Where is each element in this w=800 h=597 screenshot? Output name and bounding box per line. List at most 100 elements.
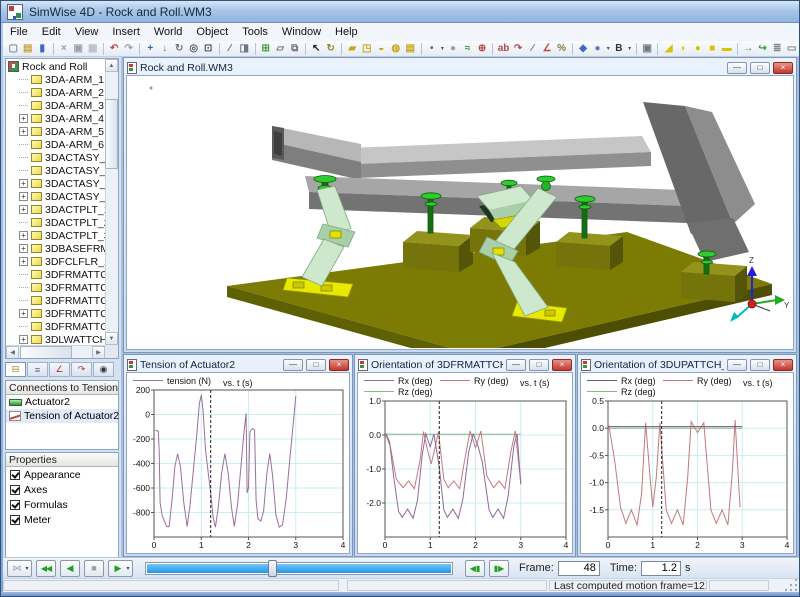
close-button[interactable]: ×	[329, 359, 349, 371]
time-input[interactable]	[641, 561, 681, 576]
anchor-icon[interactable]: ⊕	[475, 42, 490, 56]
slot-icon[interactable]: ∕	[525, 42, 540, 56]
hierarchy-tab[interactable]: ⊟	[5, 362, 26, 377]
tree-hscroll-thumb[interactable]	[20, 346, 72, 359]
maximize-button[interactable]: □	[750, 359, 770, 371]
copy-icon[interactable]: ▣	[71, 42, 86, 56]
motor-tab[interactable]: ◉	[93, 362, 114, 377]
chart-title-bar[interactable]: Orientation of 3DFRMATTCH_5 — □ ×	[357, 357, 573, 372]
minimize-button[interactable]: —	[727, 62, 747, 74]
body-hole-icon[interactable]: ◒	[374, 42, 389, 56]
chart-title-bar[interactable]: Orientation of 3DUPATTCH_5 — □ ×	[580, 357, 794, 372]
camera-icon[interactable]: ◨	[237, 42, 252, 56]
cut-icon[interactable]: ×	[57, 42, 72, 56]
menu-insert[interactable]: Insert	[105, 24, 147, 40]
checkbox-appearance[interactable]	[10, 470, 20, 480]
linkage-icon[interactable]: %	[554, 42, 569, 56]
tree-item-3dfrmattch_2[interactable]: 3DFRMATTCH_2	[6, 281, 105, 294]
run-icon[interactable]: →	[741, 42, 756, 56]
spring-icon[interactable]: ≈	[460, 42, 475, 56]
frame-slider[interactable]	[145, 562, 453, 575]
lock-icon[interactable]: ◆	[576, 42, 591, 56]
tree-item-3dfrmattch_4[interactable]: +3DFRMATTCH_4	[6, 307, 105, 320]
close-button[interactable]: ×	[552, 359, 572, 371]
move-icon[interactable]: +	[143, 42, 158, 56]
tree-item-3da-arm_3[interactable]: 3DA-ARM_3	[6, 99, 105, 112]
solid-wedge-icon[interactable]: ◢	[661, 42, 676, 56]
constraint-icon[interactable]: ●	[590, 42, 605, 56]
zoom-extents-icon[interactable]: ⊡	[201, 42, 216, 56]
zoom-icon[interactable]: ◎	[187, 42, 202, 56]
tree-item-3dfrmattch_5[interactable]: 3DFRMATTCH_5	[6, 320, 105, 333]
menu-help[interactable]: Help	[328, 24, 365, 40]
text-icon[interactable]: ab	[496, 42, 511, 56]
frame-back-button[interactable]: ◀▮	[465, 560, 485, 577]
body-plate-icon[interactable]: ▤	[403, 42, 418, 56]
connection-item[interactable]: Tension of Actuator2	[6, 409, 118, 423]
viewport-title-bar[interactable]: Rock and Roll.WM3 — □ ×	[126, 60, 794, 75]
select-icon[interactable]: ↖	[309, 42, 324, 56]
note-icon[interactable]: ▭	[784, 42, 799, 56]
stop-button[interactable]: ■	[84, 560, 104, 577]
tree-item-3dbasefrm_1[interactable]: +3DBASEFRM_1	[6, 242, 105, 255]
tree-item-3da-arm_5[interactable]: +3DA-ARM_5	[6, 125, 105, 138]
body-add-icon[interactable]: ▰	[345, 42, 360, 56]
body-pull-icon[interactable]: ◳	[360, 42, 375, 56]
tree-item-3dactplt_2[interactable]: 3DACTPLT_2	[6, 216, 105, 229]
solid-slab-icon[interactable]: ▬	[719, 42, 734, 56]
tree-item-3dactplt_1[interactable]: +3DACTPLT_1	[6, 203, 105, 216]
tree-item-3da-arm_1[interactable]: 3DA-ARM_1	[6, 73, 105, 86]
dropdown-caret-icon[interactable]: ▾	[124, 560, 133, 577]
trace-tab[interactable]: ↷	[71, 362, 92, 377]
close-button[interactable]: ×	[773, 62, 793, 74]
menu-file[interactable]: File	[3, 24, 35, 40]
scroll-down-icon[interactable]: ▼	[105, 332, 118, 345]
tree-vertical-scrollbar[interactable]: ▲ ▼	[105, 59, 118, 345]
checkbox-meter[interactable]	[10, 515, 20, 525]
save-icon[interactable]: ▮	[35, 42, 50, 56]
connection-item[interactable]: Actuator2	[6, 395, 118, 409]
path-icon[interactable]: ↪	[755, 42, 770, 56]
tree-item-3dfrmattch_3[interactable]: 3DFRMATTCH_3	[6, 294, 105, 307]
paste-icon[interactable]: ▦	[86, 42, 101, 56]
clone-icon[interactable]: ⧉	[288, 42, 303, 56]
expand-icon[interactable]: +	[19, 335, 28, 344]
angle-icon[interactable]: ∠	[540, 42, 555, 56]
dropdown-caret-icon[interactable]: ▾	[23, 560, 32, 577]
chart-title-bar[interactable]: Tension of Actuator2 — □ ×	[126, 357, 350, 372]
solid-sphere-icon[interactable]: ●	[690, 42, 705, 56]
menu-view[interactable]: View	[68, 24, 106, 40]
new-icon[interactable]: ▢	[6, 42, 21, 56]
expand-icon[interactable]: +	[19, 114, 28, 123]
lasso-icon[interactable]: ▱	[273, 42, 288, 56]
open-icon[interactable]: ▤	[21, 42, 36, 56]
dropdown-caret-icon[interactable]: ▾	[605, 45, 612, 52]
tree-item-3da-arm_2[interactable]: 3DA-ARM_2	[6, 86, 105, 99]
dropdown-caret-icon[interactable]: ▾	[439, 45, 446, 52]
rotate-body-icon[interactable]: ↻	[324, 42, 339, 56]
scroll-left-icon[interactable]: ◀	[6, 346, 19, 359]
dropdown-caret-icon[interactable]: ▾	[626, 45, 633, 52]
scroll-right-icon[interactable]: ▶	[92, 346, 105, 359]
rotate-view-icon[interactable]: ↻	[172, 42, 187, 56]
menu-tools[interactable]: Tools	[235, 24, 275, 40]
tree-item-3dfrmattch_1[interactable]: 3DFRMATTCH_1	[6, 268, 105, 281]
tree-item-3dlwattch_1[interactable]: +3DLWATTCH_1	[6, 333, 105, 345]
probe-icon[interactable]: ∕	[223, 42, 238, 56]
expand-icon[interactable]: +	[19, 231, 28, 240]
checkbox-axes[interactable]	[10, 485, 20, 495]
tree-item-3dactasy_4/3dc[interactable]: +3DACTASY_4/3DC	[6, 190, 105, 203]
maximize-button[interactable]: □	[306, 359, 326, 371]
resize-grip[interactable]	[785, 579, 799, 592]
expand-icon[interactable]: +	[19, 192, 28, 201]
title-bar[interactable]: SimWise 4D - Rock and Roll.WM3	[1, 1, 800, 23]
close-button[interactable]: ×	[773, 359, 793, 371]
menu-window[interactable]: Window	[275, 24, 328, 40]
tree-item-3dactplt_3[interactable]: +3DACTPLT_3	[6, 229, 105, 242]
gauge-icon[interactable]: ≣	[770, 42, 785, 56]
minimize-button[interactable]: —	[283, 359, 303, 371]
drag-icon[interactable]: ↓	[158, 42, 173, 56]
tree-item-3dactasy_3/3da[interactable]: 3DACTASY_3/3DA	[6, 151, 105, 164]
maximize-button[interactable]: □	[750, 62, 770, 74]
list-tab[interactable]: ≡	[27, 362, 48, 377]
